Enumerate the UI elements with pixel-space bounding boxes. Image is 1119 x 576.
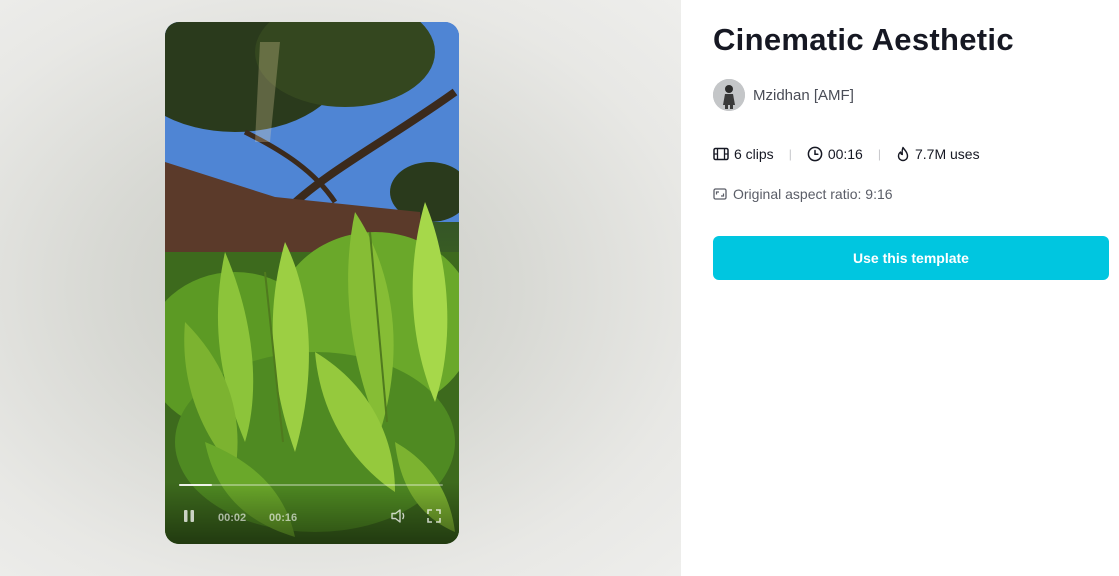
aspect-ratio-text: Original aspect ratio: 9:16: [733, 186, 893, 202]
duration-stat: 00:16: [807, 146, 863, 162]
volume-icon: [391, 509, 405, 523]
use-template-button[interactable]: Use this template: [713, 236, 1109, 280]
clips-count: 6 clips: [734, 146, 774, 162]
avatar-silhouette-icon: [713, 79, 745, 111]
clock-icon: [807, 146, 823, 162]
stat-separator: |: [877, 147, 881, 161]
aspect-ratio-icon: [713, 188, 727, 200]
progress-fill: [179, 484, 212, 486]
pause-button[interactable]: [181, 508, 197, 524]
author-link[interactable]: Mzidhan [AMF]: [713, 79, 854, 111]
template-details: Cinematic Aesthetic Mzidhan [AMF] 6 clip…: [681, 0, 1119, 576]
uses-stat: 7.7M uses: [896, 146, 980, 162]
current-time: 00:02: [218, 512, 247, 524]
progress-bar[interactable]: [179, 484, 443, 486]
template-title: Cinematic Aesthetic: [713, 22, 1014, 57]
player-controls: 00:02 00:16: [165, 482, 459, 544]
film-icon: [713, 147, 729, 161]
pause-icon: [184, 510, 194, 522]
fullscreen-button[interactable]: [426, 508, 442, 524]
video-player[interactable]: 00:02 00:16: [165, 22, 459, 544]
preview-backdrop: 00:02 00:16: [0, 0, 681, 576]
template-stats: 6 clips | 00:16 | 7.7M uses: [713, 144, 980, 164]
fullscreen-icon: [427, 509, 441, 523]
total-duration: 00:16: [269, 512, 298, 524]
stat-separator: |: [788, 147, 792, 161]
author-avatar: [713, 79, 745, 111]
aspect-ratio-info: Original aspect ratio: 9:16: [713, 184, 893, 204]
clips-stat: 6 clips: [713, 146, 774, 162]
volume-button[interactable]: [390, 508, 408, 524]
uses-count: 7.7M uses: [914, 146, 980, 162]
author-name: Mzidhan [AMF]: [753, 86, 854, 104]
flame-icon: [897, 146, 909, 162]
duration-value: 00:16: [827, 146, 863, 162]
video-frame: [165, 22, 459, 544]
